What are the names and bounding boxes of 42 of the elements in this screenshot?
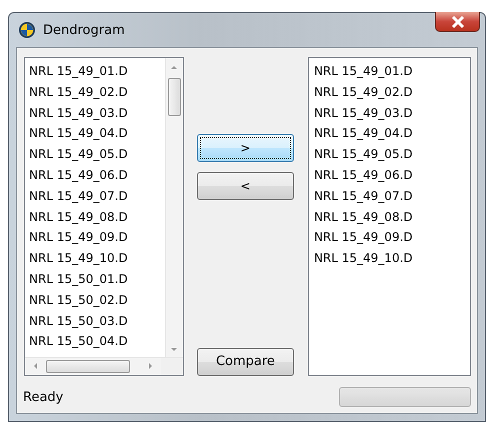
list-item[interactable]: NRL 15_49_06.D [314,164,470,186]
scroll-down-icon[interactable] [170,346,178,353]
list-item[interactable]: NRL 15_50_03.D [29,310,165,332]
source-list[interactable] [24,57,184,376]
list-item[interactable]: NRL 15_49_08.D [29,206,165,228]
scroll-up-icon[interactable] [170,64,178,70]
list-item[interactable]: NRL 15_49_09.D [29,227,165,248]
scroll-thumb[interactable] [46,360,130,373]
list-item[interactable]: NRL 15_49_01.D [314,61,470,82]
scroll-left-icon[interactable] [32,362,38,370]
list-item[interactable]: NRL 15_49_02.D [29,82,165,103]
list-item[interactable]: NRL 15_49_05.D [29,144,165,165]
list-item[interactable]: NRL 15_49_10.D [314,248,470,269]
status-text: Ready [23,390,64,405]
close-icon [450,16,464,28]
app-icon [18,21,36,39]
list-item[interactable]: NRL 15_49_10.D [29,248,165,269]
list-item[interactable]: NRL 15_49_05.D [314,144,470,165]
list-item[interactable]: NRL 15_49_07.D [29,186,165,207]
list-item[interactable]: NRL 15_49_06.D [29,164,165,186]
scroll-right-icon[interactable] [148,362,154,370]
window-title: Dendrogram [43,22,125,38]
vertical-scrollbar[interactable] [164,58,183,357]
selected-list[interactable]: NRL 15_49_01.D NRL 15_49_02.D NRL 15_49_03.D NRL 15_49_04.D NRL 15_49_05.D NRL 15_49_06.D NRL 15_49_07.D NRL 15_49_08.D NRL 15_49_09.D NRL 15_49_10.D [308,57,471,376]
list-item[interactable]: NRL 15_49_03.D [314,102,470,124]
list-item[interactable]: NRL 15_49_08.D [314,206,470,228]
move-button[interactable]: > [196,134,294,162]
list-item[interactable]: NRL 15_49_04.D [314,123,470,144]
move-button[interactable]: < [196,172,294,200]
list-item[interactable]: NRL 15_49_03.D [29,102,165,124]
close-button[interactable] [435,12,480,32]
list-item[interactable]: NRL 15_50_04.D [29,331,165,352]
list-item[interactable]: NRL 15_50_01.D [29,268,165,290]
list-item[interactable]: NRL 15_49_02.D [314,82,470,103]
list-item[interactable]: NRL 15_49_09.D [314,227,470,248]
scroll-thumb[interactable] [168,78,181,116]
list-item[interactable]: NRL 15_49_01.D [29,61,165,82]
list-item[interactable]: NRL 15_49_04.D [29,123,165,144]
list-item[interactable]: NRL 15_49_07.D [314,186,470,207]
list-item[interactable]: NRL 15_50_02.D [29,290,165,311]
horizontal-scrollbar[interactable] [25,356,183,375]
compare-button[interactable]: Compare [196,348,294,376]
